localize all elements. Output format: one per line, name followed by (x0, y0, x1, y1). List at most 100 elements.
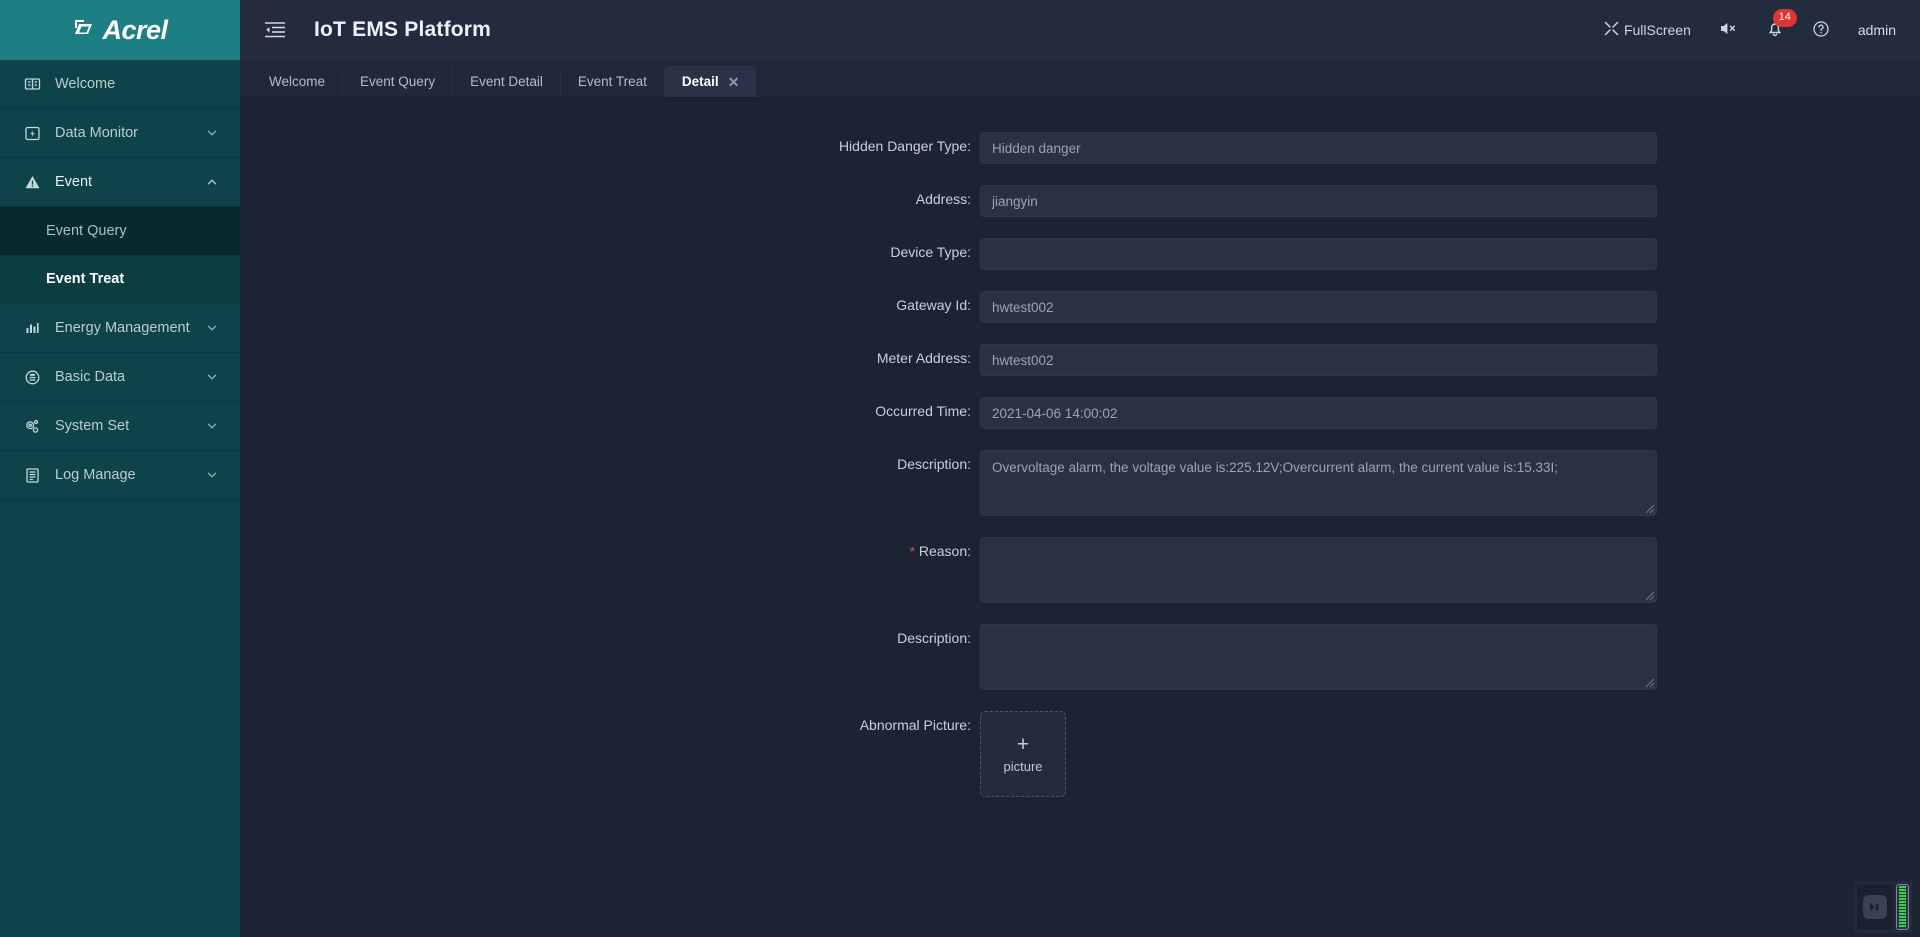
brand-logo[interactable]: Acrel (0, 0, 240, 60)
sidebar-item-energy-management[interactable]: Energy Management (0, 304, 240, 353)
tab-event-detail[interactable]: Event Detail (453, 66, 561, 97)
meter-address-input[interactable] (980, 344, 1657, 376)
sidebar-item-label: Event (55, 174, 93, 190)
form-row-address: Address: (240, 185, 1920, 217)
form-row-description-input: Description: (240, 624, 1920, 690)
energy-chart-icon (22, 318, 42, 338)
address-input[interactable] (980, 185, 1657, 217)
field-label: * Reason: (240, 537, 980, 559)
help-button[interactable] (1798, 0, 1844, 60)
chevron-up-icon (207, 179, 217, 185)
fullscreen-expand-icon (1604, 21, 1619, 39)
header-actions: FullScreen 14 admin (1590, 0, 1900, 60)
sidebar-menu: Welcome Data Monitor Event Event Query E… (0, 60, 240, 937)
device-type-input[interactable] (980, 238, 1657, 270)
tab-label: Event Treat (577, 74, 647, 89)
tab-event-treat[interactable]: Event Treat (561, 66, 665, 97)
system-set-gear-icon (22, 416, 42, 436)
video-play-icon (1863, 895, 1888, 919)
sidebar-item-basic-data[interactable]: Basic Data (0, 353, 240, 402)
main-area: IoT EMS Platform FullScreen 14 admin Wel… (240, 0, 1920, 937)
plus-icon: + (1016, 733, 1030, 756)
form-row-description-readonly: Description: Overvoltage alarm, the volt… (240, 450, 1920, 516)
event-treat-detail-form: Hidden Danger Type: Address: Device Type… (240, 98, 1920, 858)
form-row-abnormal-picture: Abnormal Picture: + picture (240, 711, 1920, 797)
chevron-down-icon (207, 374, 217, 380)
tab-close-icon[interactable]: ✕ (728, 75, 740, 89)
field-label: Occurred Time: (875, 403, 971, 419)
app-root: Acrel Welcome Data Monitor Event Event Q… (0, 0, 1920, 937)
field-label: Abnormal Picture: (859, 717, 971, 733)
form-row-occurred-time: Occurred Time: (240, 397, 1920, 429)
mute-toggle-button[interactable] (1705, 0, 1752, 60)
form-row-hidden-danger-type: Hidden Danger Type: (240, 132, 1920, 164)
chevron-down-icon (207, 423, 217, 429)
content-scroll-area[interactable]: Hidden Danger Type: Address: Device Type… (240, 98, 1920, 937)
abnormal-picture-upload[interactable]: + picture (980, 711, 1066, 797)
field-label: Description: (897, 630, 971, 646)
floating-media-widget[interactable] (1854, 881, 1912, 933)
data-monitor-icon (22, 123, 42, 143)
tab-label: Welcome (269, 74, 326, 89)
fullscreen-label: FullScreen (1623, 22, 1691, 38)
fullscreen-button[interactable]: FullScreen (1590, 0, 1705, 60)
form-row-gateway-id: Gateway Id: (240, 291, 1920, 323)
page-title: IoT EMS Platform (314, 18, 492, 41)
help-question-icon (1812, 20, 1830, 41)
field-label: Gateway Id: (896, 297, 971, 313)
tab-label: Event Query (360, 74, 436, 89)
sidebar-item-label: Log Manage (55, 467, 136, 483)
sidebar: Acrel Welcome Data Monitor Event Event Q… (0, 0, 240, 937)
upload-caption: picture (1003, 759, 1043, 774)
required-asterisk: * (909, 544, 915, 559)
description-readonly-textarea[interactable]: Overvoltage alarm, the voltage value is:… (980, 450, 1657, 516)
chevron-down-icon (207, 325, 217, 331)
sidebar-item-label: Energy Management (55, 320, 190, 336)
basic-data-icon (22, 367, 42, 387)
form-row-reason: * Reason: (240, 537, 1920, 603)
sidebar-item-log-manage[interactable]: Log Manage (0, 451, 240, 500)
sidebar-item-welcome[interactable]: Welcome (0, 60, 240, 109)
acrel-logo-icon (75, 20, 93, 34)
gateway-id-input[interactable] (980, 291, 1657, 323)
field-label: Device Type: (890, 244, 971, 260)
occurred-time-input[interactable] (980, 397, 1657, 429)
sidebar-item-event-treat[interactable]: Event Treat (0, 255, 240, 303)
form-row-meter-address: Meter Address: (240, 344, 1920, 376)
field-label: Hidden Danger Type: (838, 138, 971, 154)
chevron-down-icon (207, 472, 217, 478)
speaker-muted-icon (1719, 20, 1738, 40)
tab-event-query[interactable]: Event Query (343, 66, 454, 97)
reason-label-text: Reason: (918, 543, 971, 559)
hidden-danger-type-input[interactable] (980, 132, 1657, 164)
field-label: Description: (897, 456, 971, 472)
user-menu[interactable]: admin (1844, 22, 1900, 38)
tab-label: Event Detail (470, 74, 543, 89)
tab-label: Detail (681, 74, 719, 89)
sidebar-item-label: Data Monitor (55, 125, 139, 141)
sidebar-submenu-event: Event Query Event Treat (0, 207, 240, 303)
field-label: Meter Address: (876, 350, 971, 366)
reason-textarea[interactable] (980, 537, 1657, 603)
brand-name: Acrel (102, 14, 168, 45)
hamburger-collapse-icon[interactable] (264, 21, 286, 39)
sidebar-subitem-label: Event Query (46, 223, 127, 239)
sidebar-item-system-set[interactable]: System Set (0, 402, 240, 451)
chevron-down-icon (207, 130, 217, 136)
tab-welcome[interactable]: Welcome (252, 66, 344, 97)
notification-badge: 14 (1772, 9, 1797, 27)
sidebar-item-event[interactable]: Event (0, 158, 240, 207)
sidebar-item-label: Welcome (55, 76, 116, 92)
log-manage-icon (22, 465, 42, 485)
sidebar-item-data-monitor[interactable]: Data Monitor (0, 109, 240, 158)
description-input-textarea[interactable] (980, 624, 1657, 690)
sidebar-item-event-query[interactable]: Event Query (0, 207, 240, 255)
sidebar-item-label: System Set (55, 418, 130, 434)
level-meter (1896, 884, 1909, 930)
sidebar-item-label: Basic Data (55, 369, 126, 385)
event-warning-icon (22, 172, 42, 192)
welcome-icon (22, 74, 42, 94)
notifications-button[interactable]: 14 (1752, 0, 1798, 60)
tab-detail[interactable]: Detail ✕ (664, 66, 757, 97)
widget-icon-area[interactable] (1857, 884, 1894, 930)
